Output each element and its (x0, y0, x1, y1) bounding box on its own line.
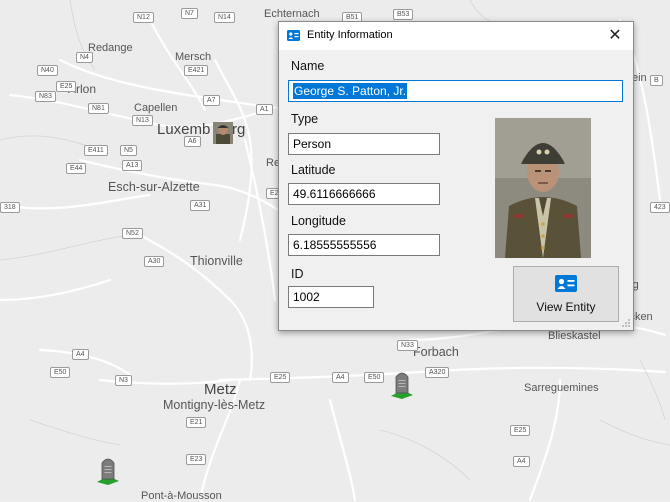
place-label: Metz (204, 381, 237, 398)
road-shield: E21 (186, 417, 207, 428)
road-shield: A13 (122, 160, 143, 171)
road-shield: A4 (513, 456, 530, 467)
road-shield: E44 (66, 163, 87, 174)
road-shield: A7 (203, 95, 220, 106)
road-shield: E411 (84, 145, 108, 156)
longitude-field[interactable]: 6.18555555556 (288, 234, 440, 256)
road-shield: A30 (144, 256, 165, 267)
gravestone-icon[interactable] (95, 455, 121, 485)
id-label: ID (291, 267, 304, 281)
place-label: Sarreguemines (524, 382, 599, 394)
soldier-icon[interactable] (213, 122, 233, 144)
road-shield: N33 (397, 340, 418, 351)
id-card-icon (287, 30, 300, 41)
id-field[interactable]: 1002 (288, 286, 374, 308)
place-label: Pont-à-Mousson (141, 490, 222, 502)
road-shield: E25 (270, 372, 291, 383)
latitude-field[interactable]: 49.6116666666 (288, 183, 440, 205)
entity-information-dialog: Entity Information ✕ Name George S. Patt… (278, 21, 634, 331)
place-label: Redange (88, 42, 133, 54)
road-shield: N40 (37, 65, 58, 76)
road-shield: A4 (72, 349, 89, 360)
name-field[interactable]: George S. Patton, Jr. (288, 80, 623, 102)
road-shield: A4 (332, 372, 349, 383)
road-shield: B53 (393, 9, 414, 20)
name-value: George S. Patton, Jr. (293, 83, 408, 99)
place-label: Luxemb (157, 121, 211, 138)
road-shield: 423 (650, 202, 670, 213)
place-label: rg (232, 121, 246, 138)
road-shield: A31 (190, 200, 211, 211)
road-shield: N13 (132, 115, 153, 126)
name-label: Name (291, 59, 325, 73)
place-label: Forbach (413, 345, 459, 359)
road-shield: E50 (364, 372, 385, 383)
road-shield: N5 (120, 145, 137, 156)
entity-photo (495, 118, 591, 258)
road-shield: N3 (115, 375, 132, 386)
place-label: ein (632, 72, 647, 84)
contact-card-icon (555, 275, 577, 292)
dialog-titlebar[interactable]: Entity Information ✕ (279, 22, 633, 50)
road-shield: N52 (122, 228, 143, 239)
road-shield: E25 (510, 425, 531, 436)
place-label: Thionville (190, 254, 243, 268)
place-label: Echternach (264, 8, 320, 20)
road-shield: N81 (88, 103, 109, 114)
road-shield: N83 (35, 91, 56, 102)
gravestone-icon[interactable] (389, 369, 415, 399)
road-shield: E50 (50, 367, 71, 378)
type-field[interactable]: Person (288, 133, 440, 155)
road-shield: A1 (256, 104, 273, 115)
road-shield: N12 (133, 12, 154, 23)
longitude-label: Longitude (291, 214, 346, 228)
road-shield: A6 (184, 136, 201, 147)
view-entity-label: View Entity (536, 300, 596, 314)
place-label: Capellen (134, 102, 178, 114)
road-shield: N14 (214, 12, 235, 23)
road-shield: 318 (0, 202, 20, 213)
type-label: Type (291, 112, 319, 126)
place-label: Mersch (175, 51, 212, 63)
road-shield: E421 (184, 65, 209, 76)
road-shield: N7 (181, 8, 198, 19)
view-entity-button[interactable]: View Entity (513, 266, 619, 322)
road-shield: A320 (425, 367, 450, 378)
latitude-label: Latitude (291, 163, 336, 177)
close-icon: ✕ (608, 27, 622, 44)
road-shield: N4 (76, 52, 93, 63)
place-label: Esch-sur-Alzette (108, 180, 200, 194)
road-shield: E23 (186, 454, 207, 465)
close-button[interactable]: ✕ (603, 25, 627, 47)
place-label: Blieskastel (548, 330, 601, 342)
road-shield: E25 (56, 81, 77, 92)
place-label: Montigny-lès-Metz (163, 398, 266, 412)
dialog-title: Entity Information (307, 29, 393, 41)
road-shield: B (650, 75, 663, 86)
resize-grip-icon[interactable] (621, 318, 631, 328)
